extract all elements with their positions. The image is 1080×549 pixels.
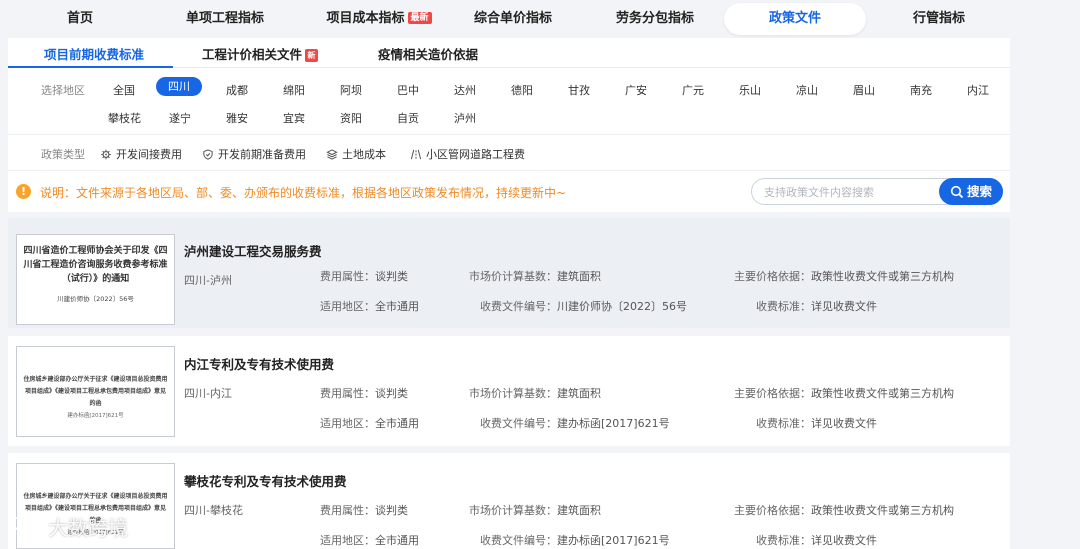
region-option[interactable]: 攀枝花 (108, 110, 141, 126)
chat-bubble-icon (10, 517, 48, 534)
field-fee-attribute: 费用属性：谈判类 (320, 270, 408, 283)
field-price-basis: 主要价格依据：政策性收费文件或第三方机构 (734, 387, 954, 400)
field-base: 市场价计算基数：建筑面积 (469, 270, 601, 283)
card-location: 四川-攀枝花 (184, 504, 243, 517)
nav-unit-price-index[interactable]: 综合单价指标 (468, 0, 558, 38)
region-option[interactable]: 凉山 (796, 82, 818, 98)
tab-preliminary-fee-standard[interactable]: 项目前期收费标准 (44, 44, 144, 63)
subtab-bar: 项目前期收费标准 工程计价相关文件新 疫情相关造价依据 (8, 38, 1010, 68)
field-fee-standard: 收费标准：详见收费文件 (756, 300, 877, 313)
region-option[interactable]: 绵阳 (283, 82, 305, 98)
thumbnail-title: 四川省造价工程师协会关于印发《四川省工程造价咨询服务收费参考标准（试行）》的通知 (23, 246, 168, 284)
region-option-selected[interactable]: 四川 (156, 77, 202, 96)
region-option[interactable]: 资阳 (340, 110, 362, 126)
notice-text: 说明：文件来源于各地区局、部、委、办颁布的收费标准，根据各地区政策发布情况，持续… (40, 186, 567, 200)
top-navigation: 首页 单项工程指标 项目成本指标 最新 综合单价指标 劳务分包指标 政策文件 行管… (0, 0, 1080, 38)
region-option[interactable]: 成都 (226, 82, 248, 98)
new-badge: 最新 (407, 12, 432, 24)
region-option[interactable]: 自贡 (397, 110, 419, 126)
card-title[interactable]: 攀枝花专利及专有技术使用费 (184, 471, 347, 490)
nav-labor-subcontract-index[interactable]: 劳务分包指标 (610, 0, 700, 38)
region-option[interactable]: 宜宾 (283, 110, 305, 126)
region-option[interactable]: 阿坝 (340, 82, 362, 98)
search-box: 搜索 (751, 178, 1003, 205)
search-icon (950, 185, 964, 199)
nav-home[interactable]: 首页 (58, 0, 102, 38)
tab-pricing-documents[interactable]: 工程计价相关文件新 (202, 44, 319, 63)
document-thumbnail[interactable]: 住房城乡建设部办公厅关于征求《建设项目总投资费用项目组成》《建设项目工程总承包费… (16, 346, 175, 437)
policy-type-option[interactable]: 土地成本 (326, 146, 386, 162)
card-location: 四川-内江 (184, 387, 232, 400)
gear-icon (101, 149, 111, 160)
region-option[interactable]: 南充 (910, 82, 932, 98)
search-button[interactable]: 搜索 (939, 178, 1003, 205)
field-price-basis: 主要价格依据：政策性收费文件或第三方机构 (734, 270, 954, 283)
policy-type-option[interactable]: 开发前期准备费用 (202, 146, 306, 162)
field-price-basis: 主要价格依据：政策性收费文件或第三方机构 (734, 504, 954, 517)
card-title[interactable]: 内江专利及专有技术使用费 (184, 354, 334, 373)
policy-card[interactable]: 住房城乡建设部办公厅关于征求《建设项目总投资费用项目组成》《建设项目工程总承包费… (8, 453, 1010, 549)
policy-card[interactable]: 住房城乡建设部办公厅关于征求《建设项目总投资费用项目组成》《建设项目工程总承包费… (8, 336, 1010, 446)
region-option[interactable]: 泸州 (454, 110, 476, 126)
document-thumbnail[interactable]: 四川省造价工程师协会关于印发《四川省工程造价咨询服务收费参考标准（试行）》的通知… (16, 234, 175, 325)
region-option[interactable]: 内江 (967, 82, 989, 98)
field-doc-number: 收费文件编号：建办标函[2017]621号 (480, 534, 670, 547)
notice-bar: ! 说明：文件来源于各地区局、部、委、办颁布的收费标准，根据各地区政策发布情况，… (8, 170, 1010, 212)
region-option[interactable]: 达州 (454, 82, 476, 98)
region-filter-row-1: 选择地区 全国 四川 成都 绵阳 阿坝 巴中 达州 德阳 甘孜 广安 广元 乐山… (8, 76, 1010, 102)
nav-policy-documents[interactable]: 政策文件 (724, 3, 866, 35)
warning-icon: ! (16, 184, 31, 199)
policy-card[interactable]: 四川省造价工程师协会关于印发《四川省工程造价咨询服务收费参考标准（试行）》的通知… (8, 218, 1010, 328)
tab-epidemic-pricing-basis[interactable]: 疫情相关造价依据 (378, 44, 478, 63)
search-input[interactable] (764, 184, 934, 200)
thumbnail-title: 住房城乡建设部办公厅关于征求《建设项目总投资费用项目组成》《建设项目工程总承包费… (23, 376, 168, 407)
field-fee-standard: 收费标准：详见收费文件 (756, 534, 877, 547)
policy-type-option[interactable]: 开发间接费用 (100, 146, 182, 162)
field-base: 市场价计算基数：建筑面积 (469, 387, 601, 400)
new-badge: 新 (305, 49, 319, 62)
region-filter-row-2: 攀枝花 遂宁 雅安 宜宾 资阳 自贡 泸州 (8, 104, 1010, 130)
nav-admin-index[interactable]: 行管指标 (906, 0, 972, 38)
divider (8, 134, 1010, 135)
region-option[interactable]: 遂宁 (169, 110, 191, 126)
region-option[interactable]: 广安 (625, 82, 647, 98)
thumbnail-doc-number: 川建价师协〔2022〕56号 (57, 295, 134, 303)
region-option[interactable]: 眉山 (853, 82, 875, 98)
field-doc-number: 收费文件编号：川建价师协〔2022〕56号 (480, 300, 687, 313)
field-doc-number: 收费文件编号：建办标函[2017]621号 (480, 417, 670, 430)
active-tab-indicator (8, 66, 173, 68)
region-filter-label: 选择地区 (41, 84, 85, 97)
field-fee-attribute: 费用属性：谈判类 (320, 504, 408, 517)
region-option[interactable]: 广元 (682, 82, 704, 98)
region-option[interactable]: 全国 (113, 82, 135, 98)
region-option[interactable]: 巴中 (397, 82, 419, 98)
watermark: 大数跨境 (8, 512, 128, 541)
nav-project-cost-index[interactable]: 项目成本指标 最新 (326, 0, 432, 38)
nav-single-project-index[interactable]: 单项工程指标 (180, 0, 270, 38)
filter-panel: 项目前期收费标准 工程计价相关文件新 疫情相关造价依据 选择地区 全国 四川 成… (8, 38, 1010, 170)
policy-type-option[interactable]: 小区管网道路工程费 (410, 146, 525, 162)
card-location: 四川-泸州 (184, 274, 232, 287)
field-area: 适用地区：全市通用 (320, 534, 419, 547)
policy-type-filter: 政策类型 开发间接费用 开发前期准备费用 土地成本 小区管网道路工程费 (8, 141, 1010, 165)
road-icon (410, 149, 422, 160)
layers-icon (326, 149, 338, 160)
field-area: 适用地区：全市通用 (320, 417, 419, 430)
shield-icon (203, 149, 213, 160)
region-option[interactable]: 雅安 (226, 110, 248, 126)
card-title[interactable]: 泸州建设工程交易服务费 (184, 241, 322, 260)
field-fee-standard: 收费标准：详见收费文件 (756, 417, 877, 430)
policy-type-label: 政策类型 (41, 148, 85, 161)
field-fee-attribute: 费用属性：谈判类 (320, 387, 408, 400)
region-option[interactable]: 德阳 (511, 82, 533, 98)
field-area: 适用地区：全市通用 (320, 300, 419, 313)
region-option[interactable]: 甘孜 (568, 82, 590, 98)
thumbnail-doc-number: 建办标函[2017]621号 (67, 413, 124, 419)
field-base: 市场价计算基数：建筑面积 (469, 504, 601, 517)
region-option[interactable]: 乐山 (739, 82, 761, 98)
